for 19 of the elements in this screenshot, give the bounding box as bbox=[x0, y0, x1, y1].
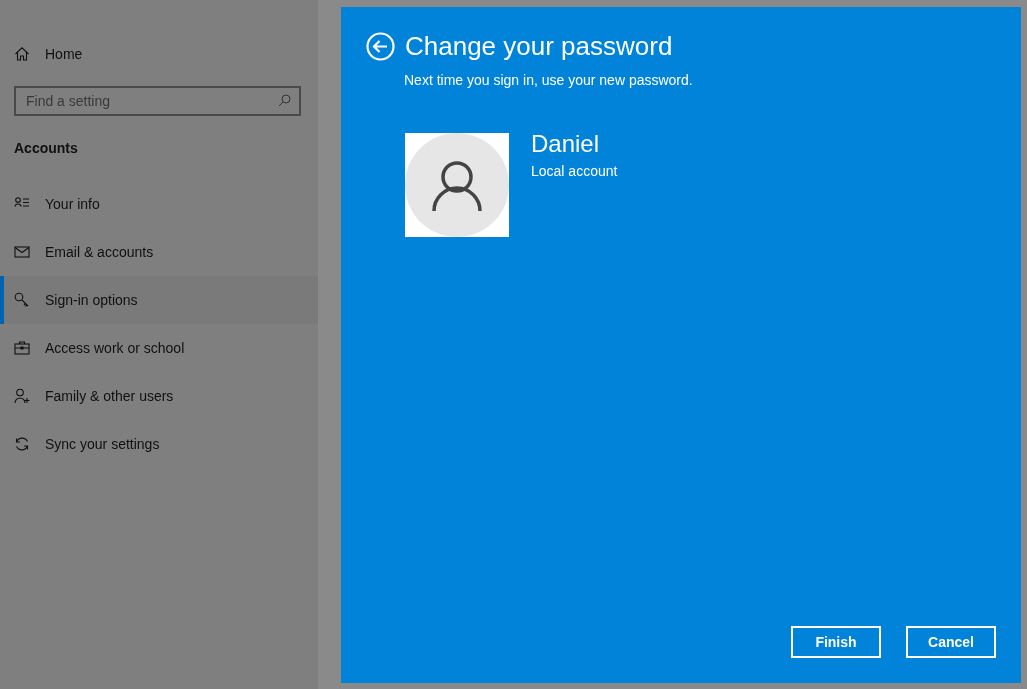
dialog-subtitle: Next time you sign in, use your new password. bbox=[404, 71, 693, 90]
key-icon bbox=[14, 292, 30, 308]
account-type: Local account bbox=[531, 162, 618, 181]
search-icon[interactable] bbox=[278, 94, 291, 107]
nav-item[interactable]: Sign-in options bbox=[0, 276, 318, 324]
finish-button[interactable]: Finish bbox=[791, 626, 881, 658]
add-user-icon bbox=[14, 388, 30, 404]
user-name: Daniel bbox=[531, 129, 601, 159]
briefcase-icon bbox=[14, 340, 30, 356]
back-icon[interactable] bbox=[366, 31, 395, 61]
home-link[interactable]: Home bbox=[45, 43, 83, 65]
sync-icon bbox=[14, 436, 30, 452]
cancel-button[interactable]: Cancel bbox=[906, 626, 996, 658]
section-heading: Accounts bbox=[14, 139, 79, 158]
home-icon[interactable] bbox=[14, 46, 30, 62]
envelope-icon bbox=[14, 244, 30, 260]
search-field[interactable]: Find a setting bbox=[14, 86, 301, 116]
dialog-title: Change your password bbox=[405, 31, 673, 61]
user-icon bbox=[432, 161, 482, 212]
